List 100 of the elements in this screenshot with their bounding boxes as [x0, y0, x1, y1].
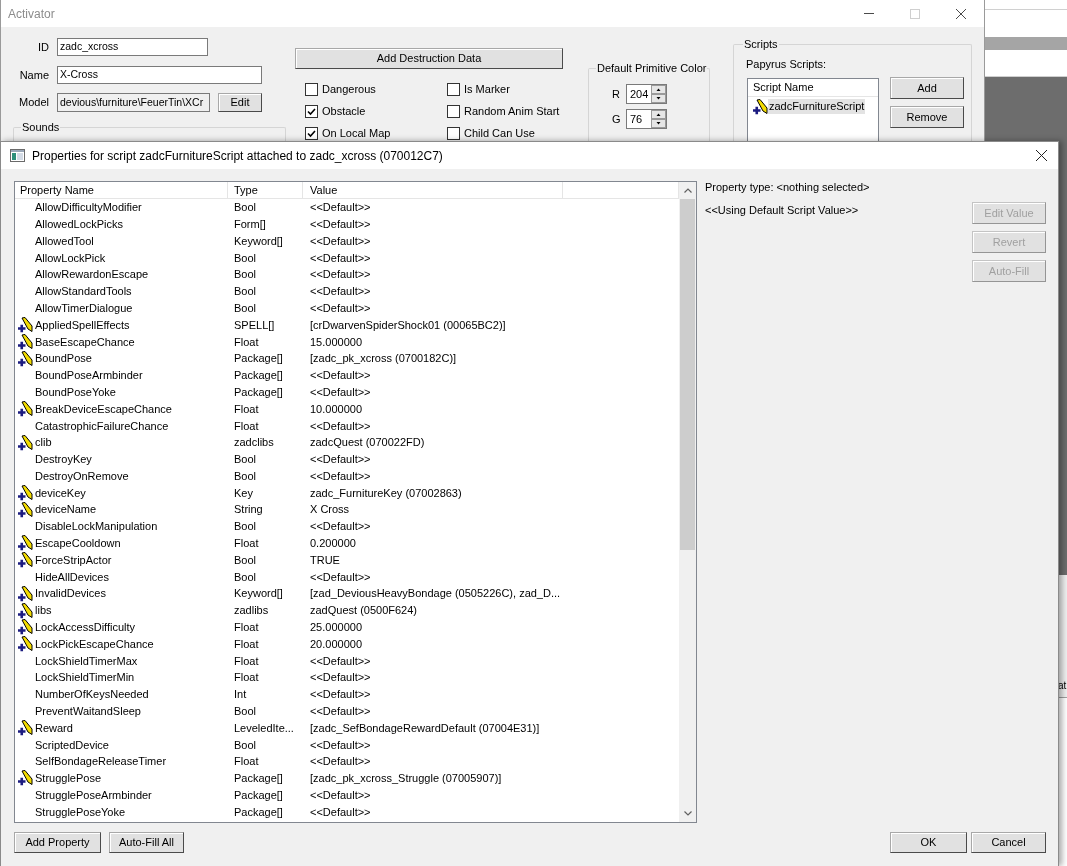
property-type: Int: [233, 687, 247, 703]
spin-down-icon[interactable]: [651, 119, 666, 128]
spin-down-icon[interactable]: [651, 94, 666, 103]
property-value: zadQuest (0500F624): [309, 603, 417, 619]
property-value: <<Default>>: [309, 754, 371, 770]
property-name: HideAllDevices: [35, 569, 109, 585]
property-name: ForceStripActor: [35, 552, 112, 568]
property-name: ScriptedDevice: [35, 737, 109, 753]
checkbox[interactable]: [305, 82, 318, 96]
cancel-button[interactable]: Cancel: [971, 832, 1046, 853]
checkbox[interactable]: [447, 82, 460, 96]
number-field[interactable]: 76: [626, 109, 667, 129]
property-name: NumberOfKeysNeeded: [35, 687, 149, 703]
checkbox-label: Child Can Use: [464, 125, 535, 141]
property-type: Bool: [233, 284, 257, 300]
property-type: Bool: [233, 552, 257, 568]
property-name: BoundPoseYoke: [35, 384, 116, 400]
scroll-down-icon[interactable]: [683, 811, 692, 816]
property-value: <<Default>>: [309, 804, 371, 820]
close-icon[interactable]: [1036, 150, 1047, 161]
property-type: Float: [233, 653, 259, 669]
checkbox-label: Dangerous: [322, 81, 376, 97]
property-value: <<Default>>: [309, 569, 371, 585]
scrollbar-thumb[interactable]: [680, 199, 695, 550]
property-name: Reward: [35, 720, 73, 736]
property-name: AllowRewardonEscape: [35, 267, 149, 283]
property-value: zadcQuest (070022FD): [309, 435, 425, 451]
property-type: Float: [233, 418, 259, 434]
property-type: SPELL[]: [233, 317, 275, 333]
property-value: [zadc_pk_xcross (0700182C)]: [309, 351, 457, 367]
property-name: AllowStandardTools: [35, 284, 132, 300]
property-value: 20.000000: [309, 636, 362, 652]
scroll-up-icon[interactable]: [683, 188, 692, 193]
property-name: InvalidDevices: [35, 586, 106, 602]
column-header[interactable]: Type: [228, 182, 303, 198]
property-type: Package[]: [233, 788, 283, 804]
close-icon[interactable]: [956, 8, 966, 19]
column-header[interactable]: Value: [303, 182, 563, 198]
text-field[interactable]: X-Cross: [57, 66, 262, 84]
list-label: Papyrus Scripts:: [746, 58, 827, 71]
property-type: Bool: [233, 737, 257, 753]
property-name: libs: [35, 603, 52, 619]
channel-label: G: [612, 111, 620, 127]
spin-up-icon[interactable]: [651, 85, 666, 94]
group-label: Default Primitive Color: [596, 62, 708, 75]
property-type: zadclibs: [233, 435, 274, 451]
property-type: Package[]: [233, 771, 283, 787]
column-header[interactable]: Property Name: [15, 182, 228, 198]
script-list-item[interactable]: zadcFurnitureScript: [768, 99, 866, 114]
text-field[interactable]: zadc_xcross: [57, 38, 208, 56]
property-name: LockShieldTimerMax: [35, 653, 138, 669]
property-type: Float: [233, 670, 259, 686]
text-field[interactable]: devious\furniture\FeuerTin\XCr: [57, 93, 210, 112]
property-name: BoundPose: [35, 351, 92, 367]
property-value: <<Default>>: [309, 737, 371, 753]
property-name: StrugglePose: [35, 771, 102, 787]
property-value: <<Default>>: [309, 384, 371, 400]
checkbox[interactable]: [305, 126, 318, 140]
edit-button[interactable]: Edit: [218, 93, 262, 112]
property-name: AllowDifficultyModifier: [35, 200, 142, 216]
property-name: StrugglePoseYoke: [35, 804, 126, 820]
add-script-button[interactable]: Add: [890, 77, 964, 99]
property-type: Bool: [233, 267, 257, 283]
property-type: Package[]: [233, 384, 283, 400]
property-value: <<Default>>: [309, 468, 371, 484]
property-name: deviceName: [35, 502, 97, 518]
field-label: ID: [37, 39, 49, 55]
property-type: Bool: [233, 452, 257, 468]
property-value: [crDwarvenSpiderShock01 (00065BC2)]: [309, 317, 506, 333]
number-field[interactable]: 204: [626, 84, 667, 104]
add-property-button[interactable]: Add Property: [14, 832, 101, 853]
property-value: <<Default>>: [309, 250, 371, 266]
channel-label: R: [612, 86, 620, 102]
checkbox-label: Is Marker: [464, 81, 510, 97]
property-type: Package[]: [233, 351, 283, 367]
property-value: 15.000000: [309, 334, 362, 350]
checkbox[interactable]: [447, 104, 460, 118]
spin-up-icon[interactable]: [651, 110, 666, 119]
window-icon: [10, 149, 25, 162]
property-type-label: Property type: <nothing selected>: [705, 181, 870, 194]
remove-script-button[interactable]: Remove: [890, 106, 964, 128]
add-destruction-button[interactable]: Add Destruction Data: [295, 48, 563, 69]
property-type: Bool: [233, 468, 257, 484]
ok-button[interactable]: OK: [890, 832, 967, 853]
property-value: 0.200000: [309, 536, 356, 552]
property-name: LockAccessDifficulty: [35, 620, 136, 636]
property-name: DestroyOnRemove: [35, 468, 129, 484]
checkbox[interactable]: [305, 104, 318, 118]
checkbox[interactable]: [447, 126, 460, 140]
property-value: <<Default>>: [309, 519, 371, 535]
window-title: Activator: [8, 5, 55, 23]
vertical-scrollbar[interactable]: [679, 182, 696, 822]
property-value: [zadc_SefBondageRewardDefault (07004E31)]: [309, 720, 540, 736]
property-type: Key: [233, 485, 253, 501]
column-header[interactable]: Script Name: [748, 79, 878, 97]
auto-fill-all-button[interactable]: Auto-Fill All: [109, 832, 184, 853]
property-type: Bool: [233, 250, 257, 266]
property-value: <<Default>>: [309, 670, 371, 686]
property-name: StrugglePoseArmbinder: [35, 788, 152, 804]
property-type: Float: [233, 536, 259, 552]
